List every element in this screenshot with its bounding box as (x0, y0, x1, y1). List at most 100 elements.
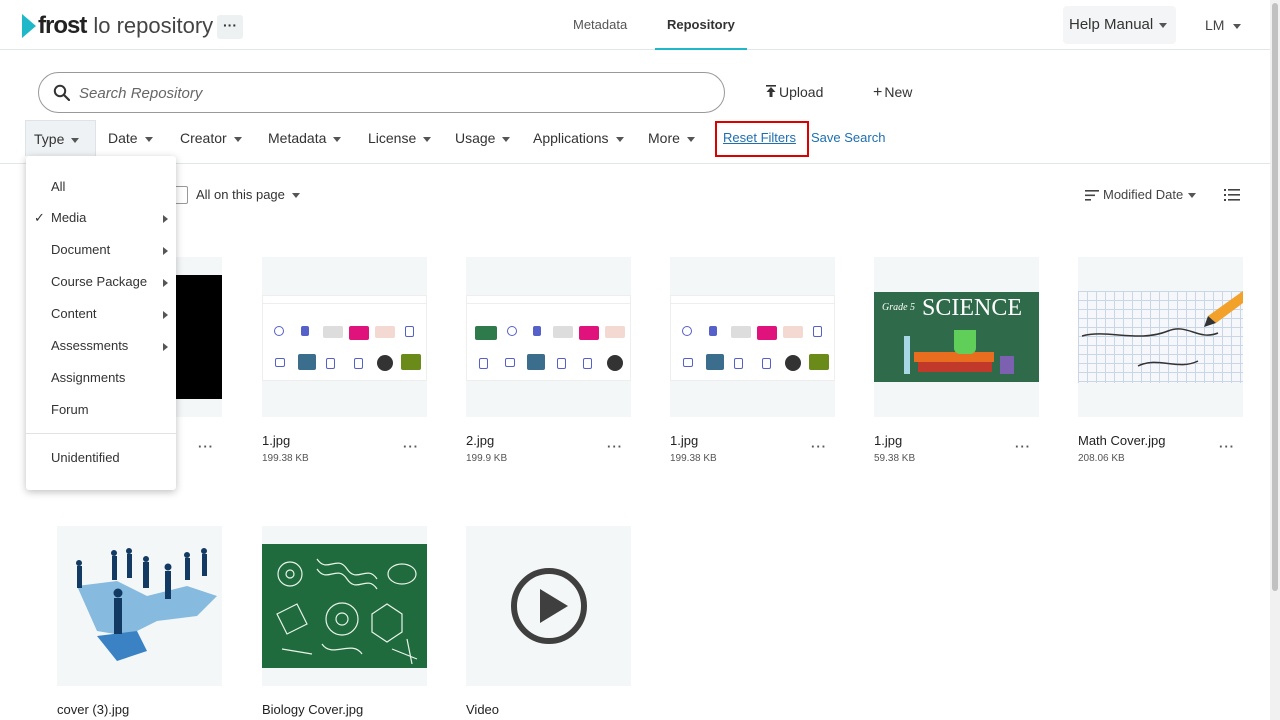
filter-applications-label: Applications (533, 130, 609, 146)
asset-card[interactable]: 2.jpg 199.9 KB ··· (466, 257, 631, 466)
filter-license[interactable]: License (368, 120, 432, 156)
filter-more-label: More (648, 130, 680, 146)
menu-item-label: Assignments (51, 370, 126, 385)
card-more-button[interactable]: ··· (1015, 439, 1031, 454)
asset-thumbnail[interactable] (466, 257, 631, 417)
menu-item-course-package[interactable]: Course Package (26, 267, 176, 297)
upload-button[interactable]: Upload (766, 84, 823, 100)
asset-card[interactable]: cover (3).jpg (57, 526, 222, 720)
filter-usage-label: Usage (455, 130, 496, 146)
tab-repository[interactable]: Repository (655, 0, 747, 50)
filter-type-label: Type (34, 131, 65, 147)
filter-date[interactable]: Date (108, 120, 153, 156)
help-manual-dropdown[interactable]: Help Manual (1063, 6, 1176, 44)
menu-item-unidentified[interactable]: Unidentified (26, 443, 176, 473)
chevron-down-icon (1233, 23, 1242, 29)
business-cover-image (57, 526, 222, 686)
search-bar[interactable] (38, 72, 725, 113)
asset-card[interactable]: Biology Cover.jpg (262, 526, 427, 720)
menu-item-media[interactable]: ✓ Media (26, 203, 176, 233)
asset-thumbnail[interactable] (670, 257, 835, 417)
asset-name: Biology Cover.jpg (262, 702, 364, 717)
menu-item-document[interactable]: Document (26, 235, 176, 265)
type-filter-menu: All ✓ Media Document Course Package Conte… (26, 156, 176, 490)
select-scope-dropdown[interactable]: All on this page (196, 186, 300, 204)
asset-card[interactable]: 1.jpg 199.38 KB ··· (670, 257, 835, 466)
list-view-icon[interactable] (1224, 187, 1240, 203)
card-more-button[interactable]: ··· (811, 439, 827, 454)
chevron-down-icon (1188, 193, 1197, 199)
asset-card[interactable]: Grade 5 SCIENCE 1.jpg 59.38 KB ··· (874, 257, 1039, 466)
new-label: New (884, 84, 913, 100)
asset-thumbnail[interactable] (262, 257, 427, 417)
biology-doodles (276, 558, 418, 665)
filter-metadata-label: Metadata (268, 130, 327, 146)
asset-card[interactable]: Math Cover.jpg 208.06 KB ··· (1078, 257, 1243, 466)
chevron-down-icon (291, 193, 300, 199)
filter-type[interactable]: Type (25, 120, 96, 156)
save-search-link[interactable]: Save Search (811, 120, 885, 156)
filter-usage[interactable]: Usage (455, 120, 511, 156)
science-cover-image: Grade 5 SCIENCE (874, 292, 1039, 382)
asset-thumbnail[interactable] (57, 526, 222, 686)
card-more-button[interactable]: ··· (198, 439, 214, 454)
tab-metadata[interactable]: Metadata (573, 0, 627, 50)
asset-name: cover (3).jpg (57, 702, 130, 717)
plus-icon: + (873, 84, 883, 101)
filter-bar: Type Date Creator Metadata License Usage… (0, 120, 1270, 164)
header-more-button[interactable]: ··· (217, 15, 243, 39)
menu-item-content[interactable]: Content (26, 299, 176, 329)
sort-dropdown[interactable]: Modified Date (1085, 186, 1197, 204)
menu-item-all[interactable]: All (26, 172, 176, 202)
asset-name: Video (466, 702, 500, 717)
filter-more[interactable]: More (648, 120, 695, 156)
search-input[interactable] (79, 81, 699, 105)
asset-thumbnail[interactable] (466, 526, 631, 686)
asset-thumbnail[interactable] (262, 526, 427, 686)
filter-creator[interactable]: Creator (180, 120, 242, 156)
asset-card[interactable]: Video (466, 526, 631, 720)
chevron-right-icon (163, 343, 168, 351)
search-icon (53, 84, 70, 101)
card-more-button[interactable]: ··· (1219, 439, 1235, 454)
menu-item-assignments[interactable]: Assignments (26, 363, 176, 393)
check-icon: ✓ (34, 210, 45, 225)
asset-thumbnail[interactable]: Grade 5 SCIENCE (874, 257, 1039, 417)
chevron-right-icon (163, 215, 168, 223)
chevron-down-icon (1159, 22, 1168, 28)
chevron-down-icon (423, 136, 432, 142)
math-equation-drawing (1081, 291, 1243, 367)
menu-item-label: Content (51, 306, 97, 321)
logo-word: frost (38, 12, 87, 39)
menu-item-label: Document (51, 242, 111, 257)
frost-logo[interactable]: frost lo repository (22, 12, 213, 40)
reset-filters-link[interactable]: Reset Filters (723, 120, 796, 156)
menu-item-label: All (51, 179, 66, 194)
card-more-button[interactable]: ··· (403, 439, 419, 454)
asset-thumbnail[interactable] (1078, 257, 1243, 417)
scrollbar-thumb[interactable] (1272, 3, 1278, 591)
filter-metadata[interactable]: Metadata (268, 120, 342, 156)
chevron-down-icon (333, 136, 342, 142)
menu-divider (26, 433, 176, 434)
select-scope-label: All on this page (196, 187, 285, 202)
filter-applications[interactable]: Applications (533, 120, 624, 156)
screenshot-preview (670, 295, 835, 381)
logo-subtitle: lo repository (93, 13, 214, 38)
menu-item-assessments[interactable]: Assessments (26, 331, 176, 361)
card-more-button[interactable]: ··· (607, 439, 623, 454)
chevron-down-icon (502, 136, 511, 142)
user-menu[interactable]: LM (1205, 0, 1242, 50)
new-button[interactable]: + New (873, 84, 912, 102)
asset-card[interactable]: 1.jpg 199.38 KB ··· (262, 257, 427, 466)
chevron-down-icon (686, 136, 695, 142)
asset-size: 199.38 KB (262, 453, 309, 464)
vertical-scrollbar[interactable] (1270, 0, 1280, 720)
biology-cover-image (262, 544, 427, 668)
sort-icon (1085, 190, 1099, 201)
chevron-down-icon (233, 136, 242, 142)
menu-item-forum[interactable]: Forum (26, 395, 176, 425)
chevron-right-icon (163, 311, 168, 319)
menu-item-label: Forum (51, 402, 89, 417)
upload-label: Upload (779, 84, 824, 100)
